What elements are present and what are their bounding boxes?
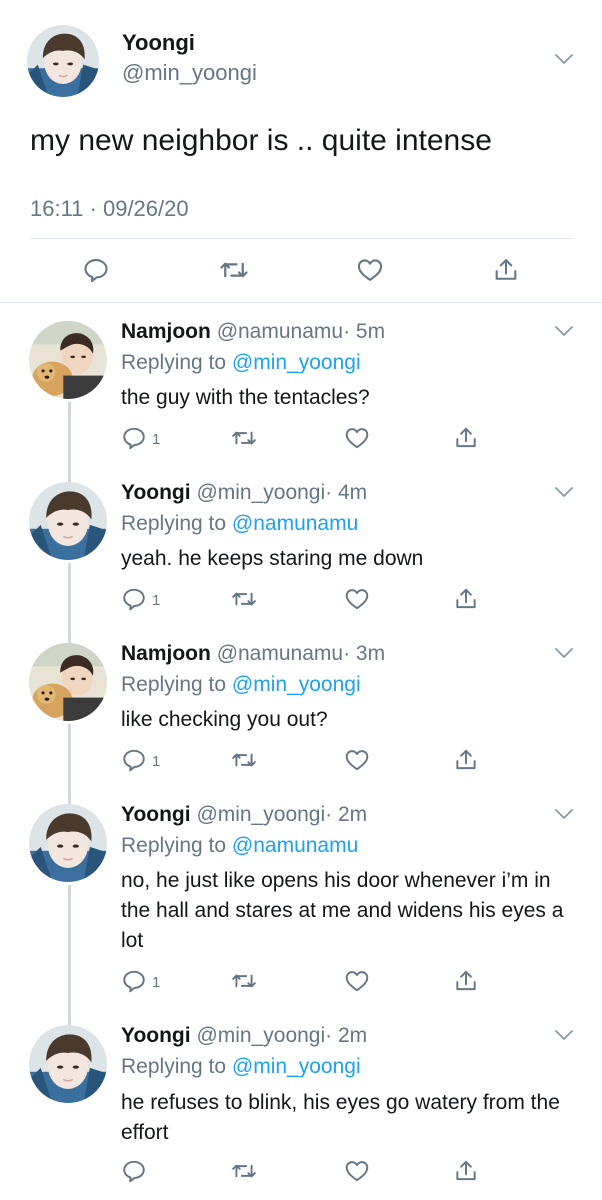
heart-icon[interactable] [344,586,370,612]
share-icon[interactable] [453,968,479,994]
share-icon[interactable] [453,586,479,612]
avatar[interactable] [29,321,107,399]
heart-icon[interactable] [344,968,370,994]
reply-icon[interactable] [82,256,110,284]
author-handle[interactable]: @min_yoongi [196,803,325,826]
tweet-time: · 2m [325,803,368,826]
replying-to: Replying to @min_yoongi [121,1055,361,1079]
author-name[interactable]: Yoongi [122,30,195,56]
reply-text: no, he just like opens his door whenever… [121,869,564,952]
replying-to: Replying to @namunamu [121,834,358,858]
retweet-icon[interactable] [231,586,257,612]
retweet-icon[interactable] [231,747,257,773]
replying-to: Replying to @namunamu [121,512,358,536]
thread-line [68,563,71,643]
reply-text: the guy with the tentacles? [121,386,370,409]
thread-line [68,885,71,1025]
reply-icon[interactable] [121,1158,147,1184]
replying-to-link[interactable]: @namunamu [232,834,358,857]
avatar[interactable] [27,25,99,97]
divider [30,238,573,239]
retweet-icon[interactable] [231,968,257,994]
author-name[interactable]: Namjoon [121,320,211,343]
reply-count: 1 [152,753,161,770]
author-handle[interactable]: @min_yoongi [122,60,257,86]
author-handle[interactable]: @min_yoongi [196,1024,325,1047]
share-icon[interactable] [492,256,520,284]
author-name[interactable]: Namjoon [121,642,211,665]
share-icon[interactable] [453,425,479,451]
reply-icon[interactable] [121,747,147,773]
reply-header: Yoongi @min_yoongi· 2m [121,1024,367,1048]
share-icon[interactable] [453,1158,479,1184]
reply-text: like checking you out? [121,708,328,731]
reply-text: yeah. he keeps staring me down [121,547,424,570]
replying-label: Replying to [121,673,227,696]
replying-label: Replying to [121,1055,227,1078]
author-name[interactable]: Yoongi [121,1024,191,1047]
chevron-down-icon[interactable] [553,807,575,821]
chevron-down-icon[interactable] [553,52,575,66]
chevron-down-icon[interactable] [553,485,575,499]
avatar[interactable] [29,804,107,882]
avatar[interactable] [29,1025,107,1103]
retweet-icon[interactable] [231,1158,257,1184]
tweet-time: · 5m [343,320,386,343]
author-handle[interactable]: @namunamu [217,320,343,343]
author-handle[interactable]: @min_yoongi [196,481,325,504]
avatar[interactable] [29,643,107,721]
reply-icon[interactable] [121,425,147,451]
tweet-timestamp[interactable]: 16:11 · 09/26/20 [30,196,189,222]
replying-label: Replying to [121,834,227,857]
avatar[interactable] [29,482,107,560]
chevron-down-icon[interactable] [553,646,575,660]
reply-text: he refuses to blink, his eyes go watery … [121,1091,560,1144]
reply-icon[interactable] [121,968,147,994]
author-handle[interactable]: @namunamu [217,642,343,665]
tweet-time: · 3m [343,642,386,665]
replying-to: Replying to @min_yoongi [121,673,361,697]
reply-header: Namjoon @namunamu· 5m [121,320,385,344]
replying-to-link[interactable]: @namunamu [232,512,358,535]
replying-label: Replying to [121,512,227,535]
retweet-icon[interactable] [219,255,249,285]
tweet-time: · 4m [325,481,368,504]
thread-line [68,402,71,482]
tweet-time: · 2m [325,1024,368,1047]
heart-icon[interactable] [344,1158,370,1184]
divider [0,302,602,303]
replying-to-link[interactable]: @min_yoongi [232,351,361,374]
reply-header: Yoongi @min_yoongi· 2m [121,803,367,827]
reply-header: Namjoon @namunamu· 3m [121,642,385,666]
reply-header: Yoongi @min_yoongi· 4m [121,481,367,505]
tweet-text: my new neighbor is .. quite intense [30,124,492,157]
heart-icon[interactable] [356,256,384,284]
replying-to-link[interactable]: @min_yoongi [232,673,361,696]
replying-label: Replying to [121,351,227,374]
reply-icon[interactable] [121,586,147,612]
thread-line [68,724,71,804]
share-icon[interactable] [453,747,479,773]
reply-count: 1 [152,974,161,991]
reply-count: 1 [152,592,161,609]
chevron-down-icon[interactable] [553,1028,575,1042]
replying-to-link[interactable]: @min_yoongi [232,1055,361,1078]
heart-icon[interactable] [344,747,370,773]
reply-count: 1 [152,431,161,448]
author-name[interactable]: Yoongi [121,803,191,826]
replying-to: Replying to @min_yoongi [121,351,361,375]
author-name[interactable]: Yoongi [121,481,191,504]
retweet-icon[interactable] [231,425,257,451]
heart-icon[interactable] [344,425,370,451]
chevron-down-icon[interactable] [553,324,575,338]
